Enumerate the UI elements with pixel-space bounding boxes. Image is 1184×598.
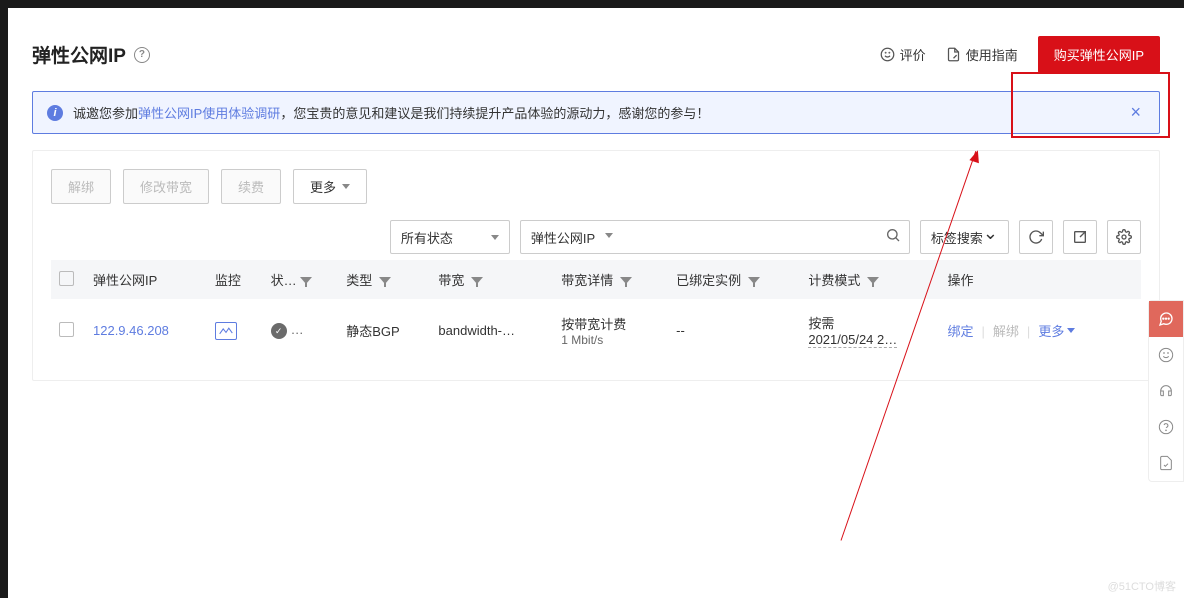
- floating-sidebar: [1148, 300, 1184, 482]
- page-title-text: 弹性公网IP: [32, 41, 126, 68]
- chat-icon[interactable]: [1149, 301, 1183, 337]
- table-row: 122.9.46.208 … 静态BGP bandwidth-… 按带宽计费 1…: [51, 299, 1141, 362]
- col-ops: 操作: [940, 260, 1142, 299]
- main-panel: 解绑 修改带宽 续费 更多 所有状态 弹性公网IP: [32, 150, 1160, 381]
- question-icon[interactable]: [1149, 409, 1183, 445]
- bind-action[interactable]: 绑定: [948, 324, 974, 339]
- export-button[interactable]: [1063, 220, 1097, 254]
- smile-icon[interactable]: [1149, 337, 1183, 373]
- monitor-icon[interactable]: [215, 322, 237, 340]
- col-monitor: 监控: [207, 260, 263, 299]
- settings-button[interactable]: [1107, 220, 1141, 254]
- search-box[interactable]: 弹性公网IP: [520, 220, 910, 254]
- review-link[interactable]: 评价: [880, 45, 926, 64]
- eip-table: 弹性公网IP 监控 状… 类型 带宽 带宽详情 已绑定实例 计费模式 操作: [51, 260, 1141, 362]
- search-icon[interactable]: [885, 227, 901, 248]
- page-title: 弹性公网IP ?: [32, 41, 150, 68]
- row-more-action[interactable]: 更多: [1038, 321, 1075, 340]
- modify-bandwidth-button: 修改带宽: [123, 169, 209, 204]
- more-label: 更多: [310, 177, 336, 196]
- guide-link[interactable]: 使用指南: [946, 45, 1018, 64]
- cell-type: 静态BGP: [338, 299, 430, 362]
- col-bound[interactable]: 已绑定实例: [668, 260, 800, 299]
- filter-bar: 所有状态 弹性公网IP 标签搜索: [51, 220, 1141, 254]
- col-type[interactable]: 类型: [338, 260, 430, 299]
- chevron-down-icon: [983, 230, 998, 245]
- tag-search[interactable]: 标签搜索: [920, 220, 1009, 254]
- status-ok-icon: [271, 323, 287, 339]
- watermark: @51CTO博客: [1108, 578, 1176, 594]
- unbind-action: 解绑: [993, 324, 1019, 339]
- help-icon[interactable]: ?: [134, 47, 150, 63]
- filter-icon: [748, 277, 760, 287]
- buy-eip-button[interactable]: 购买弹性公网IP: [1038, 36, 1160, 73]
- cell-bw-detail: 按带宽计费 1 Mbit/s: [553, 299, 668, 362]
- guide-label: 使用指南: [966, 45, 1018, 64]
- left-bar: [0, 8, 8, 598]
- renew-button: 续费: [221, 169, 281, 204]
- notice-banner: i 诚邀您参加弹性公网IP使用体验调研，您宝贵的意见和建议是我们持续提升产品体验…: [32, 91, 1160, 134]
- ip-link[interactable]: 122.9.46.208: [93, 323, 169, 338]
- info-icon: i: [47, 105, 63, 121]
- page-header: 弹性公网IP ? 评价 使用指南 购买弹性公网IP: [32, 8, 1160, 91]
- search-type-select[interactable]: 弹性公网IP: [521, 222, 623, 253]
- headset-icon[interactable]: [1149, 373, 1183, 409]
- cell-bandwidth: bandwidth-…: [430, 299, 553, 362]
- action-bar: 解绑 修改带宽 续费 更多: [51, 169, 1141, 204]
- col-ip: 弹性公网IP: [85, 260, 207, 299]
- filter-icon: [300, 277, 312, 287]
- review-label: 评价: [900, 45, 926, 64]
- cell-billing: 按需 2021/05/24 2…: [800, 299, 939, 362]
- cell-ops: 绑定|解绑|更多: [940, 299, 1142, 362]
- filter-icon: [620, 277, 632, 287]
- status-filter[interactable]: 所有状态: [390, 220, 510, 254]
- caret-down-icon: [1067, 328, 1075, 333]
- survey-link[interactable]: 弹性公网IP使用体验调研: [138, 106, 280, 121]
- status-more: …: [291, 322, 304, 337]
- top-bar: [0, 0, 1184, 8]
- close-icon[interactable]: ×: [1126, 102, 1145, 123]
- col-bandwidth[interactable]: 带宽: [430, 260, 553, 299]
- cell-bound: --: [668, 299, 800, 362]
- filter-icon: [379, 277, 391, 287]
- smile-icon: [880, 47, 895, 62]
- tag-search-label: 标签搜索: [931, 228, 983, 247]
- notice-text: 诚邀您参加弹性公网IP使用体验调研，您宝贵的意见和建议是我们持续提升产品体验的源…: [73, 103, 1126, 122]
- refresh-button[interactable]: [1019, 220, 1053, 254]
- select-all-checkbox[interactable]: [59, 271, 74, 286]
- status-filter-label: 所有状态: [401, 228, 453, 247]
- table-header-row: 弹性公网IP 监控 状… 类型 带宽 带宽详情 已绑定实例 计费模式 操作: [51, 260, 1141, 299]
- guide-icon: [946, 47, 961, 62]
- feedback-icon[interactable]: [1149, 445, 1183, 481]
- filter-icon: [471, 277, 483, 287]
- col-billing[interactable]: 计费模式: [800, 260, 939, 299]
- unbind-button: 解绑: [51, 169, 111, 204]
- row-checkbox[interactable]: [59, 322, 74, 337]
- caret-down-icon: [491, 235, 499, 240]
- col-status[interactable]: 状…: [263, 260, 339, 299]
- caret-down-icon: [342, 184, 350, 189]
- col-bw-detail[interactable]: 带宽详情: [553, 260, 668, 299]
- more-button[interactable]: 更多: [293, 169, 367, 204]
- filter-icon: [867, 277, 879, 287]
